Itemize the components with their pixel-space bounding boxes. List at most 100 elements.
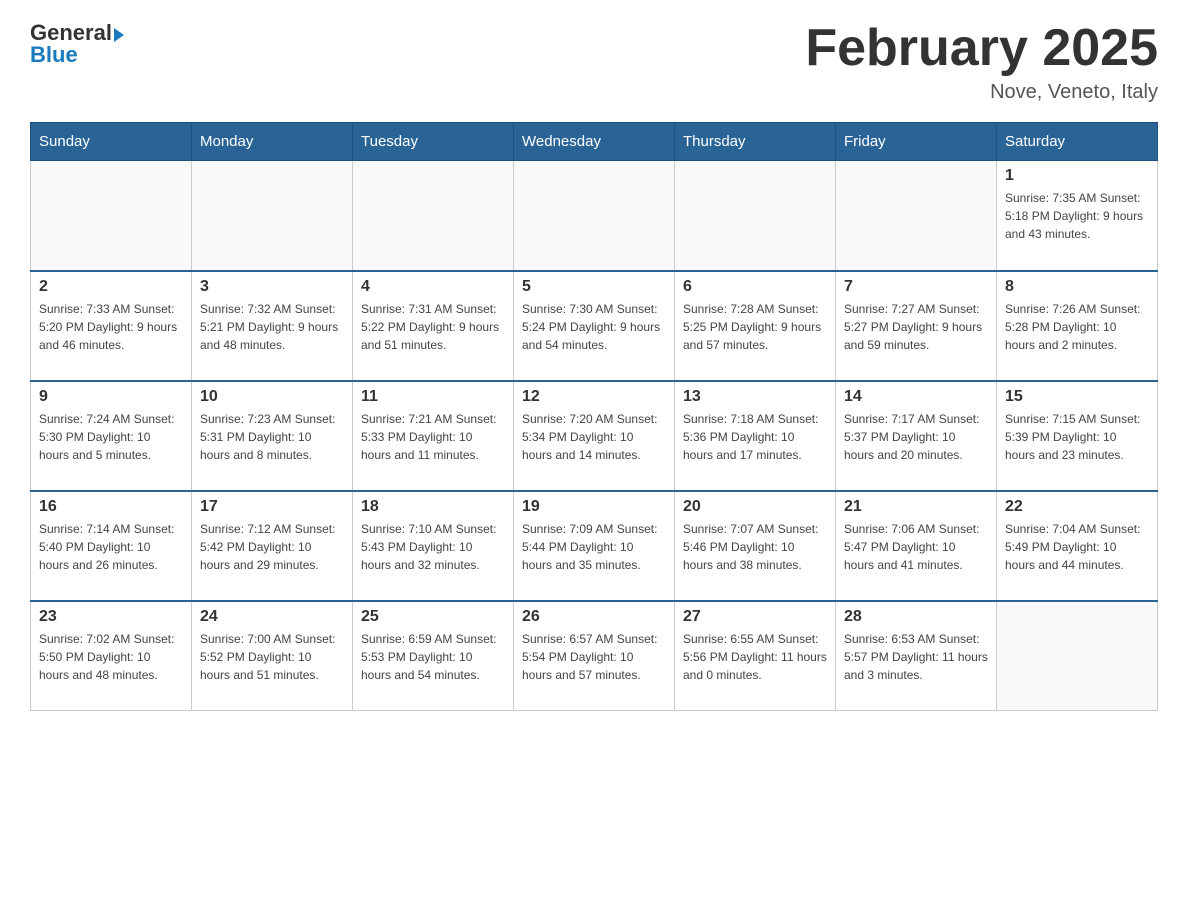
day-info: Sunrise: 7:30 AM Sunset: 5:24 PM Dayligh… — [522, 300, 666, 354]
day-number: 2 — [39, 278, 183, 296]
day-number: 23 — [39, 608, 183, 626]
day-number: 19 — [522, 498, 666, 516]
day-number: 9 — [39, 388, 183, 406]
calendar-cell: 27 Sunrise: 6:55 AM Sunset: 5:56 PM Dayli… — [675, 601, 836, 711]
day-number: 17 — [200, 498, 344, 516]
logo-arrow-icon — [114, 28, 124, 42]
logo-blue-text: Blue — [30, 42, 78, 68]
day-number: 7 — [844, 278, 988, 296]
calendar-cell: 15 Sunrise: 7:15 AM Sunset: 5:39 PM Dayli… — [997, 381, 1158, 491]
day-info: Sunrise: 7:04 AM Sunset: 5:49 PM Dayligh… — [1005, 520, 1149, 574]
calendar-cell: 1 Sunrise: 7:35 AM Sunset: 5:18 PM Daylig… — [997, 161, 1158, 271]
day-number: 28 — [844, 608, 988, 626]
day-number: 27 — [683, 608, 827, 626]
calendar-cell: 5 Sunrise: 7:30 AM Sunset: 5:24 PM Daylig… — [514, 271, 675, 381]
day-header-thursday: Thursday — [675, 123, 836, 161]
day-info: Sunrise: 7:02 AM Sunset: 5:50 PM Dayligh… — [39, 630, 183, 684]
calendar-cell: 4 Sunrise: 7:31 AM Sunset: 5:22 PM Daylig… — [353, 271, 514, 381]
day-info: Sunrise: 7:21 AM Sunset: 5:33 PM Dayligh… — [361, 410, 505, 464]
calendar-cell: 7Sunrise: 7:27 AM Sunset: 5:27 PM Daylig… — [836, 271, 997, 381]
day-number: 1 — [1005, 167, 1149, 185]
calendar-cell: 18Sunrise: 7:10 AM Sunset: 5:43 PM Dayli… — [353, 491, 514, 601]
calendar-cell: 25Sunrise: 6:59 AM Sunset: 5:53 PM Dayli… — [353, 601, 514, 711]
calendar-week-row: 1 Sunrise: 7:35 AM Sunset: 5:18 PM Daylig… — [31, 161, 1158, 271]
day-number: 20 — [683, 498, 827, 516]
day-number: 3 — [200, 278, 344, 296]
calendar-cell: 6 Sunrise: 7:28 AM Sunset: 5:25 PM Daylig… — [675, 271, 836, 381]
calendar-cell — [353, 161, 514, 271]
day-info: Sunrise: 7:07 AM Sunset: 5:46 PM Dayligh… — [683, 520, 827, 574]
calendar-cell: 26 Sunrise: 6:57 AM Sunset: 5:54 PM Dayli… — [514, 601, 675, 711]
day-info: Sunrise: 7:28 AM Sunset: 5:25 PM Dayligh… — [683, 300, 827, 354]
calendar-week-row: 23 Sunrise: 7:02 AM Sunset: 5:50 PM Dayli… — [31, 601, 1158, 711]
day-info: Sunrise: 7:14 AM Sunset: 5:40 PM Dayligh… — [39, 520, 183, 574]
calendar-cell: 17 Sunrise: 7:12 AM Sunset: 5:42 PM Dayli… — [192, 491, 353, 601]
day-number: 8 — [1005, 278, 1149, 296]
day-number: 5 — [522, 278, 666, 296]
day-number: 22 — [1005, 498, 1149, 516]
calendar-cell: 9 Sunrise: 7:24 AM Sunset: 5:30 PM Daylig… — [31, 381, 192, 491]
day-info: Sunrise: 7:00 AM Sunset: 5:52 PM Dayligh… — [200, 630, 344, 684]
day-info: Sunrise: 7:24 AM Sunset: 5:30 PM Dayligh… — [39, 410, 183, 464]
calendar-cell — [997, 601, 1158, 711]
calendar-week-row: 2 Sunrise: 7:33 AM Sunset: 5:20 PM Daylig… — [31, 271, 1158, 381]
calendar-cell — [836, 161, 997, 271]
calendar-cell — [514, 161, 675, 271]
calendar-cell — [675, 161, 836, 271]
calendar-cell: 3 Sunrise: 7:32 AM Sunset: 5:21 PM Daylig… — [192, 271, 353, 381]
calendar-week-row: 16 Sunrise: 7:14 AM Sunset: 5:40 PM Dayli… — [31, 491, 1158, 601]
day-info: Sunrise: 7:33 AM Sunset: 5:20 PM Dayligh… — [39, 300, 183, 354]
day-number: 14 — [844, 388, 988, 406]
day-info: Sunrise: 7:20 AM Sunset: 5:34 PM Dayligh… — [522, 410, 666, 464]
calendar-table: SundayMondayTuesdayWednesdayThursdayFrid… — [30, 122, 1158, 711]
day-info: Sunrise: 6:53 AM Sunset: 5:57 PM Dayligh… — [844, 630, 988, 684]
calendar-cell: 24Sunrise: 7:00 AM Sunset: 5:52 PM Dayli… — [192, 601, 353, 711]
calendar-cell: 28 Sunrise: 6:53 AM Sunset: 5:57 PM Dayli… — [836, 601, 997, 711]
day-info: Sunrise: 7:15 AM Sunset: 5:39 PM Dayligh… — [1005, 410, 1149, 464]
calendar-header-row: SundayMondayTuesdayWednesdayThursdayFrid… — [31, 123, 1158, 161]
calendar-cell: 13 Sunrise: 7:18 AM Sunset: 5:36 PM Dayli… — [675, 381, 836, 491]
calendar-week-row: 9 Sunrise: 7:24 AM Sunset: 5:30 PM Daylig… — [31, 381, 1158, 491]
day-number: 10 — [200, 388, 344, 406]
calendar-cell: 14 Sunrise: 7:17 AM Sunset: 5:37 PM Dayli… — [836, 381, 997, 491]
day-info: Sunrise: 7:35 AM Sunset: 5:18 PM Dayligh… — [1005, 189, 1149, 243]
day-number: 11 — [361, 388, 505, 406]
calendar-cell — [31, 161, 192, 271]
day-header-tuesday: Tuesday — [353, 123, 514, 161]
day-number: 16 — [39, 498, 183, 516]
day-info: Sunrise: 6:55 AM Sunset: 5:56 PM Dayligh… — [683, 630, 827, 684]
calendar-cell: 10Sunrise: 7:23 AM Sunset: 5:31 PM Dayli… — [192, 381, 353, 491]
day-number: 15 — [1005, 388, 1149, 406]
page-header: General Blue February 2025 Nove, Veneto,… — [30, 20, 1158, 104]
month-title: February 2025 — [805, 20, 1158, 77]
day-header-sunday: Sunday — [31, 123, 192, 161]
title-section: February 2025 Nove, Veneto, Italy — [805, 20, 1158, 104]
day-number: 13 — [683, 388, 827, 406]
day-info: Sunrise: 7:10 AM Sunset: 5:43 PM Dayligh… — [361, 520, 505, 574]
day-info: Sunrise: 7:12 AM Sunset: 5:42 PM Dayligh… — [200, 520, 344, 574]
logo: General Blue — [30, 20, 124, 68]
day-info: Sunrise: 7:26 AM Sunset: 5:28 PM Dayligh… — [1005, 300, 1149, 354]
calendar-cell: 20 Sunrise: 7:07 AM Sunset: 5:46 PM Dayli… — [675, 491, 836, 601]
calendar-cell: 19 Sunrise: 7:09 AM Sunset: 5:44 PM Dayli… — [514, 491, 675, 601]
day-info: Sunrise: 7:09 AM Sunset: 5:44 PM Dayligh… — [522, 520, 666, 574]
day-info: Sunrise: 7:31 AM Sunset: 5:22 PM Dayligh… — [361, 300, 505, 354]
day-number: 25 — [361, 608, 505, 626]
day-info: Sunrise: 7:32 AM Sunset: 5:21 PM Dayligh… — [200, 300, 344, 354]
day-info: Sunrise: 7:18 AM Sunset: 5:36 PM Dayligh… — [683, 410, 827, 464]
day-header-friday: Friday — [836, 123, 997, 161]
day-info: Sunrise: 6:57 AM Sunset: 5:54 PM Dayligh… — [522, 630, 666, 684]
day-number: 6 — [683, 278, 827, 296]
location-text: Nove, Veneto, Italy — [805, 81, 1158, 104]
calendar-cell — [192, 161, 353, 271]
day-number: 4 — [361, 278, 505, 296]
day-number: 21 — [844, 498, 988, 516]
day-number: 26 — [522, 608, 666, 626]
day-header-saturday: Saturday — [997, 123, 1158, 161]
calendar-cell: 11 Sunrise: 7:21 AM Sunset: 5:33 PM Dayli… — [353, 381, 514, 491]
day-info: Sunrise: 7:06 AM Sunset: 5:47 PM Dayligh… — [844, 520, 988, 574]
calendar-cell: 22 Sunrise: 7:04 AM Sunset: 5:49 PM Dayli… — [997, 491, 1158, 601]
calendar-cell: 12Sunrise: 7:20 AM Sunset: 5:34 PM Dayli… — [514, 381, 675, 491]
day-header-monday: Monday — [192, 123, 353, 161]
day-info: Sunrise: 7:17 AM Sunset: 5:37 PM Dayligh… — [844, 410, 988, 464]
